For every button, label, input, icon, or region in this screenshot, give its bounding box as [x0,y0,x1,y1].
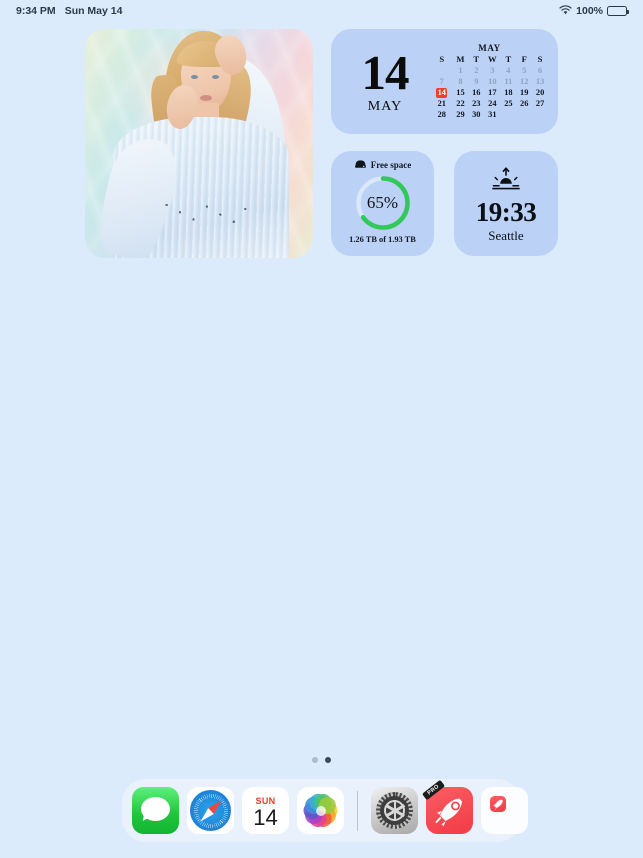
page-dot-0[interactable] [312,757,318,763]
sunrise-widget[interactable]: 19:33 Seattle [454,151,558,256]
photo-eye-left [191,75,198,79]
calendar-weekday-2: T [473,54,480,65]
dock-app-rocket-pro[interactable]: PRO [421,779,473,834]
calendar-weekday-header-row: SMTWTFS [431,54,548,65]
calendar-day-past[interactable]: 6 [532,65,548,76]
calendar-icon: SUN 14 [242,787,289,834]
calendar-day[interactable]: 20 [532,87,548,98]
calendar-day[interactable]: 27 [532,98,548,109]
calendar-icon-day: 14 [253,804,278,830]
calendar-widget-month-title: MAY [478,42,501,53]
calendar-day-past[interactable]: 12 [516,76,532,87]
photos-petal-center [315,805,326,816]
dock-app-rocket-lite[interactable] [481,787,528,834]
calendar-day[interactable]: 30 [468,109,484,120]
calendar-day-empty [431,65,453,76]
calendar-day[interactable]: 29 [453,109,469,120]
calendar-day[interactable]: 25 [500,98,516,109]
calendar-day-empty [516,109,532,120]
calendar-weekday-4: T [505,54,512,65]
dock-app-settings[interactable] [371,787,418,834]
calendar-week-row: 28 29 30 31 [431,109,548,120]
photo-lips [200,95,212,101]
calendar-icon-weekday: SUN [255,795,276,806]
calendar-day-past[interactable]: 10 [484,76,500,87]
calendar-month-table: SMTWTFS 1 2 3 4 5 6 7 8 9 10 11 12 13 14 15 16 17 18 19 20 2… [431,54,548,121]
calendar-day-past[interactable]: 1 [453,65,469,76]
free-space-percent: 65% [366,193,399,212]
sunrise-icon [491,167,521,196]
calendar-day[interactable]: 15 [453,87,469,98]
calendar-day-past[interactable]: 7 [431,76,453,87]
free-space-header: Free space [354,159,412,171]
dock-app-messages[interactable] [132,787,179,834]
calendar-day[interactable]: 18 [500,87,516,98]
calendar-weekday-6: S [537,54,543,65]
dock-app-safari[interactable] [187,787,234,834]
calendar-week-row: 123456 [431,65,548,76]
calendar-weekday-5: F [521,54,527,65]
photos-pinwheel-icon [297,787,344,834]
calendar-day-past[interactable]: 8 [453,76,469,87]
messages-icon [132,787,179,834]
dock-app-calendar[interactable]: SUN 14 [242,787,289,834]
calendar-week-row: 21 22 23 24 25 26 27 [431,98,548,109]
calendar-day[interactable]: 21 [431,98,453,109]
free-space-gauge: 65% [354,174,412,232]
calendar-day[interactable]: 31 [484,109,500,120]
calendar-day-past[interactable]: 13 [532,76,548,87]
calendar-day[interactable]: 24 [484,98,500,109]
calendar-day-past[interactable]: 11 [500,76,516,87]
calendar-widget[interactable]: 14 MAY MAY SMTWTFS 1 2 3 4 5 6 7 8 9 10 11 12 13 14 15… [331,29,558,134]
calendar-day-today[interactable]: 14 [431,87,453,98]
sunrise-time: 19:33 [475,197,537,227]
calendar-weekday-3: W [488,54,497,65]
calendar-day-past[interactable]: 4 [500,65,516,76]
calendar-day[interactable]: 16 [468,87,484,98]
dock: SUN 14 PRO [122,779,528,842]
calendar-day-past[interactable]: 9 [468,76,484,87]
calendar-day[interactable]: 23 [468,98,484,109]
rocket-small-icon [481,787,528,834]
calendar-day-empty [500,109,516,120]
calendar-widget-today: 14 MAY [339,44,431,115]
page-indicator[interactable] [0,757,643,763]
calendar-day-past[interactable]: 3 [484,65,500,76]
calendar-day-empty [532,109,548,120]
calendar-day-past[interactable]: 2 [468,65,484,76]
sunrise-city: Seattle [488,228,524,243]
safari-compass-icon [187,787,234,834]
free-space-caption: 1.26 TB of 1.93 TB [349,235,416,244]
calendar-week-row: 14 15 16 17 18 19 20 [431,87,548,98]
calendar-day[interactable]: 28 [431,109,453,120]
dock-app-photos[interactable] [297,787,344,834]
widget-layer: 14 MAY MAY SMTWTFS 1 2 3 4 5 6 7 8 9 10 11 12 13 14 15… [0,0,643,858]
free-space-title: Free space [370,160,412,170]
calendar-day[interactable]: 17 [484,87,500,98]
calendar-week-row: 7 8 9 10 11 12 13 [431,76,548,87]
dock-divider [357,790,358,831]
photos-widget[interactable] [85,29,313,258]
gear-icon [371,787,418,834]
calendar-widget-month-grid: MAY SMTWTFS 1 2 3 4 5 6 7 8 9 10 11 12 13 14 15 16 17 18 1… [431,43,548,121]
calendar-widget-month-label: MAY [367,98,403,114]
free-space-widget[interactable]: Free space 65% 1.26 TB of 1.93 TB [331,151,434,256]
calendar-weekday-1: M [456,54,465,65]
calendar-day[interactable]: 19 [516,87,532,98]
page-dot-1[interactable] [325,757,331,763]
calendar-weekday-0: S [439,54,445,65]
hard-drive-icon [354,159,367,171]
photo-knit-detail [157,197,253,237]
photo-widget-image [85,29,313,258]
calendar-day[interactable]: 22 [453,98,469,109]
photo-eye-right [212,75,219,79]
calendar-day-past[interactable]: 5 [516,65,532,76]
calendar-widget-day-number: 14 [361,44,410,100]
calendar-day[interactable]: 26 [516,98,532,109]
